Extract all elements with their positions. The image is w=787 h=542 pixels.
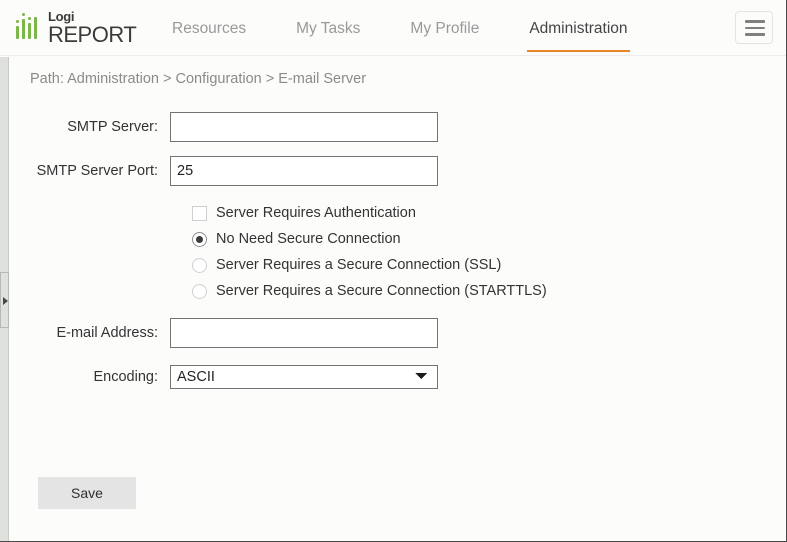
form-row-encoding: Encoding: ASCII [10, 362, 786, 392]
nav-item-my-profile[interactable]: My Profile [408, 4, 481, 52]
email-server-form: SMTP Server: SMTP Server Port: Server Re… [10, 112, 786, 406]
form-row-email-address: E-mail Address: [10, 318, 786, 348]
logo-text-report: REPORT [48, 22, 137, 47]
app-header: Logi REPORT Resources My Tasks My Profil… [0, 0, 786, 56]
sidebar-expand-handle[interactable] [0, 272, 9, 328]
secure-connection-starttls-radio[interactable] [192, 283, 207, 299]
form-row-smtp-port: SMTP Server Port: [10, 156, 786, 186]
triangle-right-icon [3, 297, 8, 305]
smtp-server-input[interactable] [170, 112, 438, 142]
secure-connection-ssl-label[interactable]: Server Requires a Secure Connection (SSL… [216, 257, 501, 273]
logo-wordmark: Logi REPORT [48, 10, 137, 47]
email-address-label: E-mail Address: [56, 325, 158, 341]
encoding-label: Encoding: [93, 369, 159, 385]
email-server-settings-page: Logi REPORT Resources My Tasks My Profil… [0, 0, 787, 542]
server-requires-authentication-label[interactable]: Server Requires Authentication [216, 205, 416, 221]
secure-connection-starttls-label[interactable]: Server Requires a Secure Connection (STA… [216, 283, 547, 299]
logi-report-logo[interactable]: Logi REPORT [14, 8, 144, 48]
save-button[interactable]: Save [38, 477, 136, 509]
breadcrumb: Path: Administration > Configuration > E… [30, 71, 367, 87]
main-navigation: Resources My Tasks My Profile Administra… [170, 0, 630, 56]
logi-equalizer-icon [14, 13, 44, 43]
smtp-server-port-input[interactable] [170, 156, 438, 186]
nav-item-resources[interactable]: Resources [170, 4, 248, 52]
no-need-secure-connection-radio[interactable] [192, 231, 207, 247]
form-row-smtp-server: SMTP Server: [10, 112, 786, 142]
hamburger-menu-icon[interactable] [735, 11, 773, 44]
option-row-requires-auth[interactable]: Server Requires Authentication [192, 200, 786, 226]
option-row-no-secure[interactable]: No Need Secure Connection [192, 226, 786, 252]
smtp-server-port-label: SMTP Server Port: [36, 163, 158, 179]
main-content: Path: Administration > Configuration > E… [10, 57, 786, 541]
nav-item-administration[interactable]: Administration [527, 4, 630, 52]
no-need-secure-connection-label[interactable]: No Need Secure Connection [216, 231, 401, 247]
encoding-select[interactable]: ASCII [170, 365, 438, 389]
option-row-ssl[interactable]: Server Requires a Secure Connection (SSL… [192, 252, 786, 278]
server-requires-authentication-checkbox[interactable] [192, 205, 207, 221]
email-address-input[interactable] [170, 318, 438, 348]
nav-item-my-tasks[interactable]: My Tasks [294, 4, 362, 52]
smtp-server-label: SMTP Server: [67, 119, 158, 135]
sidebar-splitter[interactable] [0, 57, 9, 541]
secure-connection-ssl-radio[interactable] [192, 257, 207, 273]
option-row-starttls[interactable]: Server Requires a Secure Connection (STA… [192, 278, 786, 304]
